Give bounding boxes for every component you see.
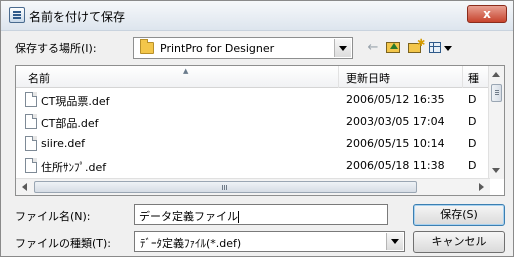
scroll-thumb[interactable] [34, 181, 417, 193]
title-bar[interactable]: 名前を付けて保存 x [1, 1, 513, 31]
file-type: D [468, 159, 477, 172]
file-icon [25, 158, 37, 173]
file-row[interactable]: 住所ｻﾝﾌﾟ.def 2006/05/18 11:38 D [16, 155, 490, 177]
column-header-date[interactable]: 更新日時 [346, 70, 390, 86]
file-type: D [468, 137, 477, 150]
scroll-left-icon[interactable] [22, 183, 27, 191]
file-date: 2006/05/15 10:14 [346, 137, 445, 150]
scroll-down-icon[interactable] [492, 168, 500, 173]
back-button[interactable]: ← [363, 39, 383, 57]
chevron-down-icon[interactable] [334, 39, 351, 57]
file-date: 2003/03/05 17:04 [346, 115, 445, 128]
file-icon [25, 114, 37, 129]
save-in-combo[interactable]: PrintPro for Designer [133, 37, 353, 59]
folder-icon [140, 39, 154, 54]
app-icon [9, 7, 25, 23]
views-menu-button[interactable] [427, 39, 457, 57]
save-as-dialog: 名前を付けて保存 x 保存する場所(I): PrintPro for Desig… [0, 0, 514, 257]
filetype-select[interactable]: ﾃﾞｰﾀ定義ﾌｧｲﾙ(*.def) [134, 231, 405, 252]
scroll-right-icon[interactable] [479, 183, 484, 191]
file-icon [25, 92, 37, 107]
filename-value: データ定義ファイル [139, 210, 238, 223]
file-row[interactable]: siire.def 2006/05/15 10:14 D [16, 133, 490, 155]
file-type: D [468, 93, 477, 106]
file-name: CT現品票.def [41, 95, 110, 108]
sparkle-icon: ✱ [417, 38, 426, 49]
text-caret [238, 211, 239, 223]
file-date: 2006/05/18 11:38 [346, 159, 445, 172]
file-name: siire.def [41, 137, 86, 150]
up-folder-icon [386, 42, 400, 53]
new-folder-button[interactable]: ✱ [405, 38, 425, 57]
vertical-scrollbar[interactable] [488, 66, 504, 179]
file-row[interactable]: CT現品票.def 2006/05/12 16:35 D [16, 89, 490, 111]
column-divider[interactable] [338, 66, 339, 88]
column-header-name[interactable]: 名前 [28, 70, 50, 86]
save-button[interactable]: 保存(S) [413, 204, 505, 226]
file-row[interactable]: CT部品.def 2003/03/05 17:04 D [16, 111, 490, 133]
scroll-thumb[interactable] [491, 84, 502, 102]
chevron-down-icon [444, 46, 452, 51]
sort-ascending-icon: ▲ [183, 67, 189, 75]
filetype-label: ファイルの種類(T): [15, 237, 112, 250]
save-in-value: PrintPro for Designer [160, 42, 275, 55]
close-button[interactable]: x [467, 5, 507, 23]
file-name: CT部品.def [41, 117, 99, 130]
cancel-button[interactable]: キャンセル [413, 231, 505, 253]
column-header-type[interactable]: 種 [468, 70, 479, 86]
file-list-header: 名前 ▲ 更新日時 種 [16, 66, 490, 88]
file-name: 住所ｻﾝﾌﾟ.def [41, 161, 107, 174]
file-type: D [468, 115, 477, 128]
column-divider[interactable] [462, 66, 463, 88]
scroll-up-icon[interactable] [492, 72, 500, 77]
window-title: 名前を付けて保存 [29, 10, 126, 24]
filetype-value: ﾃﾞｰﾀ定義ﾌｧｲﾙ(*.def) [140, 237, 242, 250]
filename-label: ファイル名(N): [15, 210, 91, 223]
chevron-down-icon[interactable] [386, 233, 403, 250]
horizontal-scrollbar[interactable] [16, 178, 490, 195]
file-list[interactable]: 名前 ▲ 更新日時 種 CT現品票.def 2006/05/12 16:35 D… [15, 65, 505, 196]
up-folder-button[interactable] [383, 39, 403, 57]
save-in-label: 保存する場所(I): [15, 42, 97, 55]
views-grid-icon [429, 42, 441, 53]
file-date: 2006/05/12 16:35 [346, 93, 445, 106]
back-arrow-icon: ← [367, 40, 379, 55]
filename-input[interactable]: データ定義ファイル [134, 204, 388, 225]
file-icon [25, 136, 37, 151]
